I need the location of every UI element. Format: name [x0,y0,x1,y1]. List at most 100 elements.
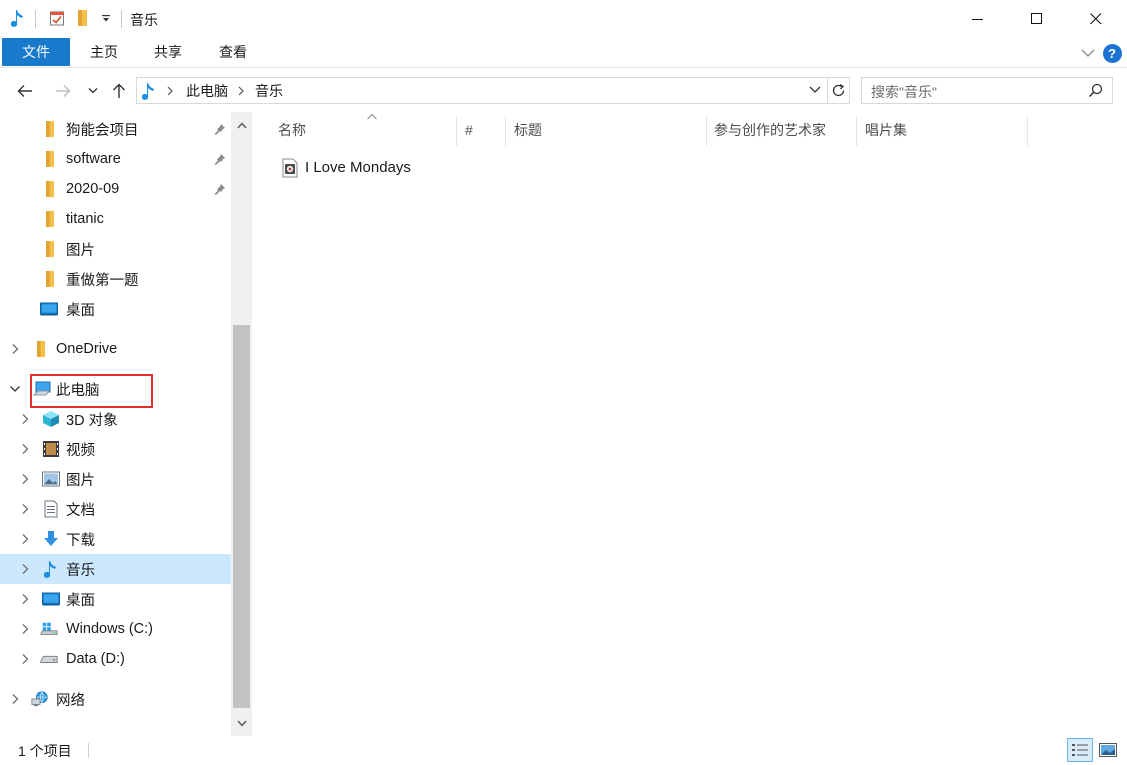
pin-icon [212,181,228,197]
help-icon: ? [1102,43,1122,63]
chevron-right-icon[interactable] [8,342,22,356]
customize-toolbar-dropdown-icon[interactable] [97,8,115,28]
chevron-down-icon[interactable] [8,382,22,396]
nav-item-documents[interactable]: 文档 [0,494,231,524]
nav-item-music[interactable]: 音乐 [0,554,231,584]
nav-label: 3D 对象 [66,412,118,429]
file-name: I Love Mondays [305,159,411,176]
drive-icon [40,650,58,668]
up-button[interactable] [106,78,132,104]
nav-label: 重做第一题 [66,272,139,289]
nav-label: 音乐 [66,562,95,579]
folder-icon [40,270,58,288]
new-folder-icon[interactable] [73,8,91,28]
chevron-right-icon[interactable] [18,652,32,666]
details-view-button[interactable] [1067,738,1093,762]
chevron-right-icon[interactable] [18,562,32,576]
nav-item-network[interactable]: 网络 [0,684,231,714]
close-button[interactable] [1073,0,1119,38]
arrow-left-icon [17,85,32,97]
chevron-down-icon [809,86,821,93]
picture-icon [42,470,60,488]
folder-icon [40,180,58,198]
nav-item-desktop[interactable]: 桌面 [0,584,231,614]
nav-item-onedrive[interactable]: OneDrive [0,334,231,364]
nav-label: 桌面 [66,592,95,609]
address-separator [827,78,828,103]
nav-item-quick-access[interactable]: titanic [0,204,231,234]
nav-item-quick-access[interactable]: 桌面 [0,294,231,324]
chevron-right-icon[interactable] [18,592,32,606]
nav-item-data-drive[interactable]: Data (D:) [0,644,231,674]
folder-icon [40,120,58,138]
address-row: 此电脑 音乐 搜索"音乐" [0,72,1127,110]
refresh-button[interactable] [831,83,846,98]
expand-ribbon-button[interactable] [1078,42,1098,64]
maximize-button[interactable] [1014,0,1060,38]
scroll-up-button[interactable] [231,116,252,134]
chevron-right-icon[interactable] [8,692,22,706]
nav-item-quick-access[interactable]: software [0,144,231,174]
nav-item-quick-access[interactable]: 2020-09 [0,174,231,204]
download-icon [42,530,60,548]
nav-item-quick-access[interactable]: 重做第一题 [0,264,231,294]
status-bar: 1 个项目 [0,736,1127,765]
column-header-title[interactable]: 标题 [506,112,706,146]
column-header-contributing-artists[interactable]: 参与创作的艺术家 [706,112,856,146]
nav-item-3d-objects[interactable]: 3D 对象 [0,404,231,434]
search-input[interactable]: 搜索"音乐" [861,77,1113,104]
tab-home[interactable]: 主页 [76,38,132,66]
column-header-name[interactable]: 名称 [270,112,456,146]
pin-icon [212,121,228,137]
chevron-right-icon[interactable] [166,86,174,96]
search-placeholder: 搜索"音乐" [871,84,937,100]
back-button[interactable] [12,78,38,104]
forward-button[interactable] [50,78,76,104]
scroll-thumb[interactable] [233,325,250,708]
chevron-right-icon[interactable] [237,86,245,96]
breadcrumb-music[interactable]: 音乐 [255,81,283,101]
folder-icon [40,150,58,168]
nav-item-windows-drive[interactable]: Windows (C:) [0,614,231,644]
maximize-icon [1031,13,1042,24]
tab-file[interactable]: 文件 [2,38,70,66]
nav-label: 图片 [66,242,95,259]
chevron-right-icon[interactable] [18,622,32,636]
nav-item-videos[interactable]: 视频 [0,434,231,464]
network-icon [31,690,49,708]
chevron-right-icon[interactable] [18,442,32,456]
nav-item-quick-access[interactable]: 图片 [0,234,231,264]
nav-item-pictures[interactable]: 图片 [0,464,231,494]
nav-label: 图片 [66,472,95,489]
arrow-right-icon [56,85,71,97]
chevron-right-icon[interactable] [18,532,32,546]
folder-icon [40,240,58,258]
column-header-track-number[interactable]: # [457,112,505,146]
music-note-icon[interactable] [9,8,27,28]
nav-scrollbar[interactable] [231,112,252,736]
address-history-dropdown[interactable] [809,85,821,95]
large-icons-view-button[interactable] [1095,738,1121,762]
column-separator[interactable] [1027,116,1028,146]
tab-share[interactable]: 共享 [140,38,196,66]
tab-view[interactable]: 查看 [205,38,261,66]
nav-item-downloads[interactable]: 下载 [0,524,231,554]
chevron-right-icon[interactable] [18,412,32,426]
navigation-pane: 狗能会项目 software 2020-09 titanic 图片 重做第一题 … [0,112,252,736]
folder-icon [31,340,49,358]
nav-label: 下载 [66,532,95,549]
properties-icon[interactable] [48,8,66,28]
minimize-button[interactable] [955,0,1001,38]
address-bar[interactable]: 此电脑 音乐 [136,77,850,104]
desktop-icon [42,590,60,608]
chevron-right-icon[interactable] [18,472,32,486]
help-button[interactable]: ? [1102,42,1122,64]
column-header-album[interactable]: 唱片集 [857,112,1027,146]
scroll-down-button[interactable] [231,714,252,732]
recent-locations-button[interactable] [81,78,105,104]
nav-item-quick-access[interactable]: 狗能会项目 [0,114,231,144]
search-icon[interactable] [1088,83,1103,98]
breadcrumb-this-pc[interactable]: 此电脑 [186,81,228,101]
table-row[interactable]: I Love Mondays [278,154,458,182]
chevron-right-icon[interactable] [18,502,32,516]
